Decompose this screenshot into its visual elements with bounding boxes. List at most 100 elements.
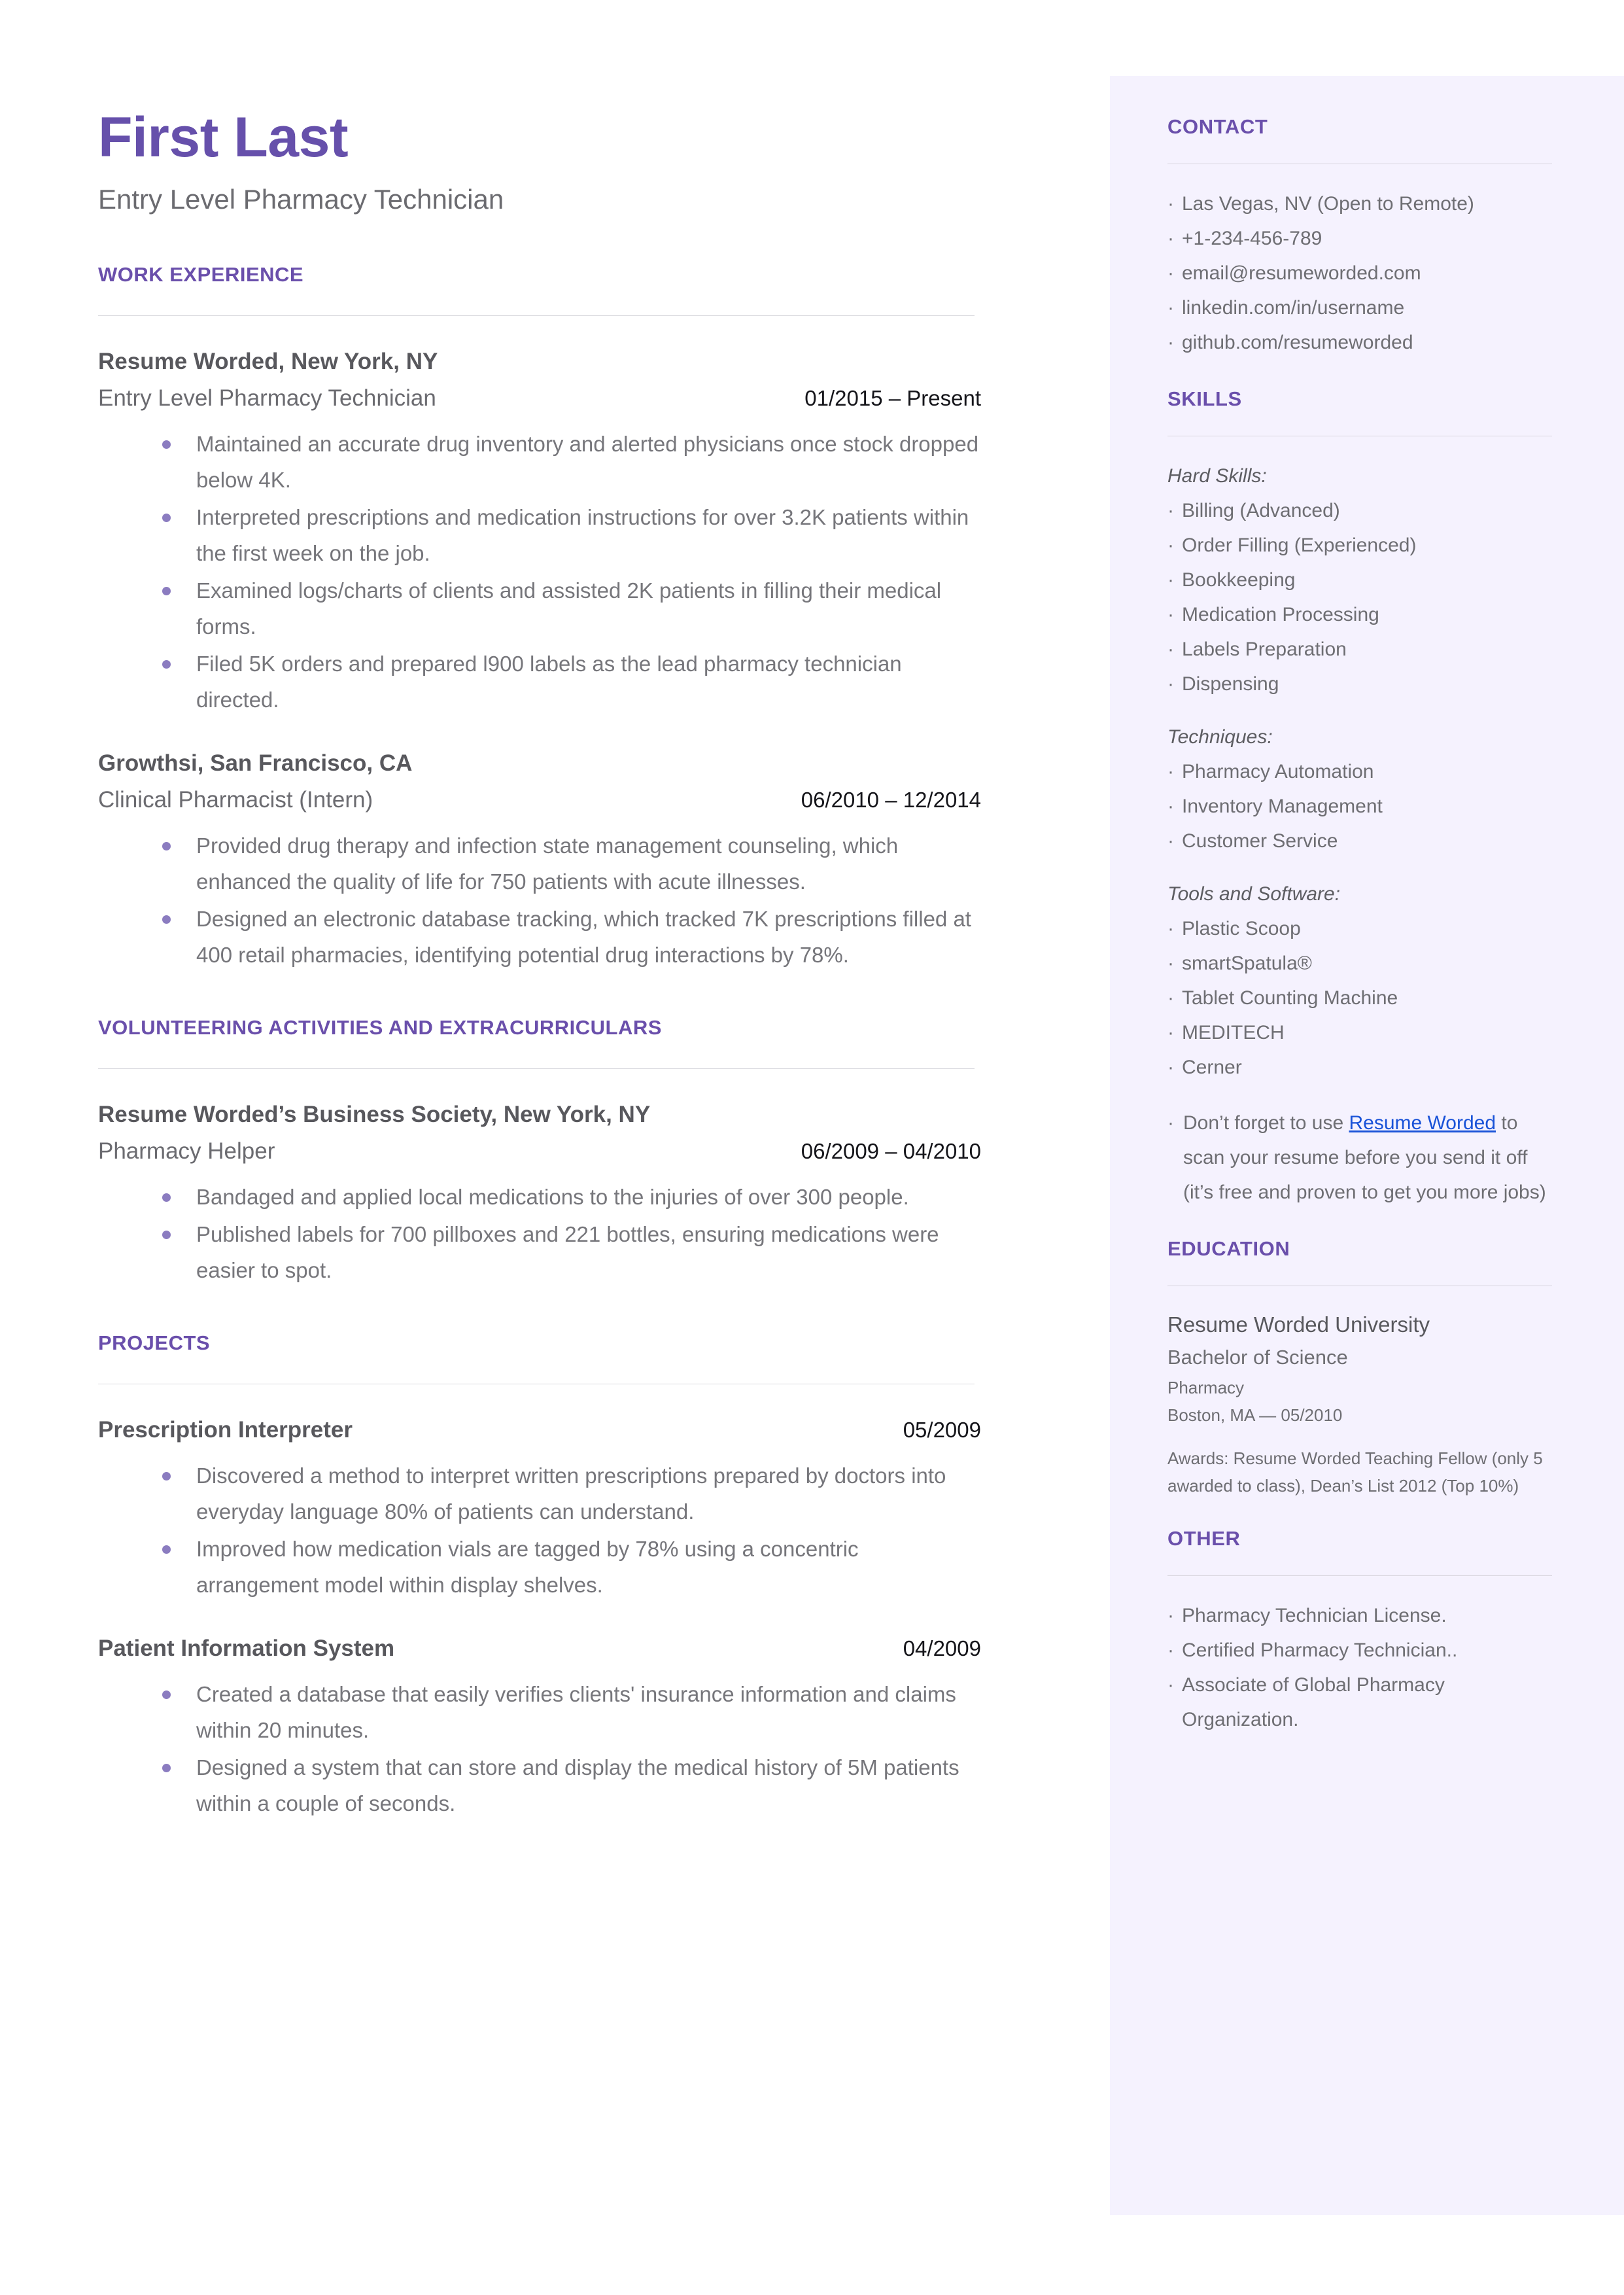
skill-item-text: MEDITECH <box>1182 1022 1285 1043</box>
resume-worded-link[interactable]: Resume Worded <box>1349 1112 1496 1134</box>
skill-item-text: Dispensing <box>1182 673 1279 695</box>
skill-item-text: Medication Processing <box>1182 604 1379 625</box>
bullet-glyph: · <box>1167 987 1174 1009</box>
skill-item: · Medication Processing <box>1167 597 1552 632</box>
section-heading-volunteering: VOLUNTEERING ACTIVITIES AND EXTRACURRICU… <box>98 1016 662 1039</box>
other-list: · Pharmacy Technician License. · Certified… <box>1167 1598 1552 1737</box>
skill-item: · Tablet Counting Machine <box>1167 981 1552 1015</box>
bullet-glyph: · <box>1167 604 1174 625</box>
work-entry-role: Clinical Pharmacist (Intern) <box>98 787 373 813</box>
skill-item-text: Labels Preparation <box>1182 639 1347 660</box>
contact-item-linkedin[interactable]: · linkedin.com/in/username <box>1167 290 1552 325</box>
project-entry-bullets: Discovered a method to interpret written… <box>98 1458 981 1603</box>
candidate-name: First Last <box>98 106 349 169</box>
work-entry-date: 06/2010 – 12/2014 <box>801 788 981 812</box>
sidebar-heading-contact: CONTACT <box>1167 115 1268 138</box>
skill-item-text: Order Filling (Experienced) <box>1182 534 1417 556</box>
sidebar-heading-education: EDUCATION <box>1167 1237 1290 1260</box>
bullet-glyph: · <box>1167 569 1174 591</box>
bullet-glyph: · <box>1167 193 1174 215</box>
contact-item-email: · email@resumeworded.com <box>1167 256 1552 290</box>
work-entry: Growthsi, San Francisco, CA Clinical Pha… <box>98 746 981 973</box>
sidebar: CONTACT · Las Vegas, NV (Open to Remote) … <box>1110 76 1624 2215</box>
skill-item-text: Billing (Advanced) <box>1182 500 1340 521</box>
bullet-glyph: · <box>1167 953 1174 974</box>
bullet-glyph: · <box>1167 796 1174 817</box>
bullet-item: Examined logs/charts of clients and assi… <box>98 572 981 644</box>
work-entry-bullets: Provided drug therapy and infection stat… <box>98 828 981 973</box>
education-school: Resume Worded University <box>1167 1312 1430 1337</box>
section-divider <box>98 315 975 316</box>
skills-group-label-tools-and-software: Tools and Software: <box>1167 883 1341 905</box>
contact-item-phone: · +1-234-456-789 <box>1167 221 1552 256</box>
other-item: · Associate of Global Pharmacy Organizati… <box>1167 1668 1552 1737</box>
candidate-title: Entry Level Pharmacy Technician <box>98 184 504 215</box>
bullet-item: Maintained an accurate drug inventory an… <box>98 426 981 498</box>
skills-group-label-hard-skills: Hard Skills: <box>1167 465 1267 487</box>
project-entry-meta: Patient Information System 04/2009 <box>98 1632 981 1666</box>
skill-item: · Billing (Advanced) <box>1167 493 1552 528</box>
skill-item-text: Inventory Management <box>1182 796 1383 817</box>
bullet-glyph: · <box>1167 673 1174 695</box>
skill-item: · Order Filling (Experienced) <box>1167 528 1552 563</box>
contact-item-text: +1-234-456-789 <box>1182 228 1322 249</box>
bullet-glyph: · <box>1167 1674 1174 1696</box>
skill-item-text: Plastic Scoop <box>1182 918 1301 939</box>
promo-text: Don’t forget to use Resume Worded to sca… <box>1183 1106 1552 1210</box>
bullet-glyph: · <box>1167 918 1174 939</box>
sidebar-divider <box>1167 1575 1552 1576</box>
section-divider <box>98 1068 975 1069</box>
sidebar-heading-skills: SKILLS <box>1167 387 1242 410</box>
bullet-item: Created a database that easily verifies … <box>98 1676 981 1748</box>
project-entry: Prescription Interpreter 05/2009 Discove… <box>98 1413 981 1603</box>
skill-item: · Dispensing <box>1167 667 1552 701</box>
work-entry-org: Resume Worded, New York, NY <box>98 349 438 374</box>
education-location-date: Boston, MA — 05/2010 <box>1167 1405 1343 1425</box>
contact-item-text: Las Vegas, NV (Open to Remote) <box>1182 193 1474 215</box>
skill-item: · Labels Preparation <box>1167 632 1552 667</box>
promo-note: · Don’t forget to use Resume Worded to s… <box>1167 1106 1552 1210</box>
volunteering-entry-org: Resume Worded’s Business Society, New Yo… <box>98 1102 651 1127</box>
work-entry-bullets: Maintained an accurate drug inventory an… <box>98 426 981 718</box>
skill-item-text: smartSpatula® <box>1182 953 1312 974</box>
skill-item: · Cerner <box>1167 1050 1552 1085</box>
skill-item: · smartSpatula® <box>1167 946 1552 981</box>
contact-item-text: linkedin.com/in/username <box>1182 297 1405 319</box>
section-heading-work-experience: WORK EXPERIENCE <box>98 263 304 286</box>
contact-item-text: email@resumeworded.com <box>1182 262 1421 284</box>
other-item-text: Certified Pharmacy Technician.. <box>1182 1639 1458 1661</box>
work-entry-date: 01/2015 – Present <box>804 386 981 410</box>
bullet-item: Designed a system that can store and dis… <box>98 1749 981 1821</box>
bullet-glyph: · <box>1167 500 1174 521</box>
education-degree: Bachelor of Science <box>1167 1346 1348 1369</box>
contact-item-text: github.com/resumeworded <box>1182 332 1413 353</box>
project-entry-title: Patient Information System <box>98 1636 395 1661</box>
bullet-item: Filed 5K orders and prepared l900 labels… <box>98 646 981 718</box>
skill-item: · Bookkeeping <box>1167 563 1552 597</box>
volunteering-entry-date: 06/2009 – 04/2010 <box>801 1139 981 1163</box>
work-entry-org: Growthsi, San Francisco, CA <box>98 750 413 776</box>
contact-list: · Las Vegas, NV (Open to Remote) · +1-234-… <box>1167 186 1552 360</box>
bullet-item: Interpreted prescriptions and medication… <box>98 499 981 571</box>
skills-group-label-techniques: Techniques: <box>1167 726 1273 748</box>
bullet-glyph: · <box>1167 1639 1174 1661</box>
skills-list-hard-skills: · Billing (Advanced) · Order Filling (Expe… <box>1167 493 1552 701</box>
promo-prefix: Don’t forget to use <box>1183 1112 1349 1134</box>
project-entry-title: Prescription Interpreter <box>98 1417 353 1443</box>
project-entry-bullets: Created a database that easily verifies … <box>98 1676 981 1821</box>
skill-item-text: Bookkeeping <box>1182 569 1296 591</box>
contact-item-github[interactable]: · github.com/resumeworded <box>1167 325 1552 360</box>
bullet-glyph: · <box>1167 297 1174 319</box>
skill-item-text: Customer Service <box>1182 830 1338 852</box>
work-entry-role: Entry Level Pharmacy Technician <box>98 385 436 411</box>
work-entry-meta: Entry Level Pharmacy Technician 01/2015 … <box>98 381 981 415</box>
work-entry: Resume Worded, New York, NY Entry Level … <box>98 345 981 718</box>
other-item-text: Pharmacy Technician License. <box>1182 1605 1447 1626</box>
bullet-item: Improved how medication vials are tagged… <box>98 1531 981 1603</box>
project-entry-meta: Prescription Interpreter 05/2009 <box>98 1413 981 1447</box>
bullet-item: Provided drug therapy and infection stat… <box>98 828 981 900</box>
